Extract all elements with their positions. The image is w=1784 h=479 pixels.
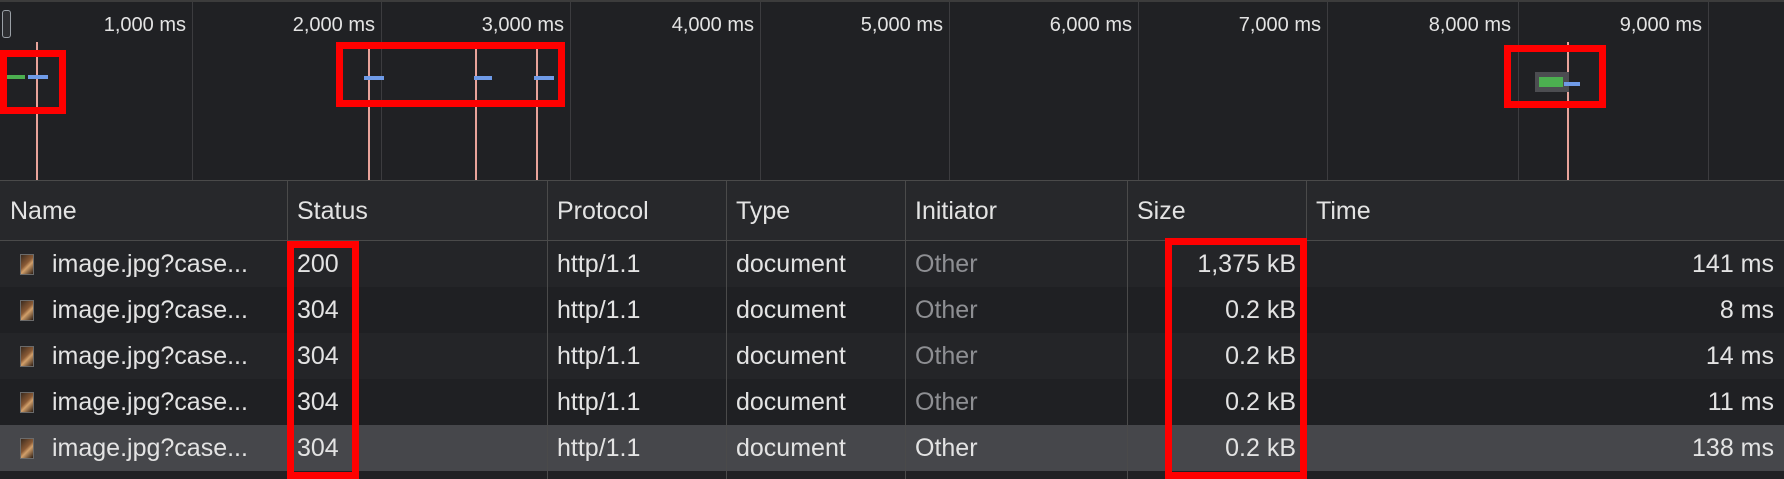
request-size: 0.2 kB (1225, 296, 1296, 324)
column-resizer[interactable] (547, 181, 548, 479)
request-size: 1,375 kB (1197, 250, 1296, 278)
load-event-marker (368, 42, 370, 182)
timeline-gridline (570, 2, 571, 182)
column-header-time[interactable]: Time (1306, 181, 1784, 241)
timeline-gridline (1327, 2, 1328, 182)
request-size: 0.2 kB (1225, 388, 1296, 416)
request-waiting-bar[interactable] (7, 75, 25, 79)
request-name[interactable]: image.jpg?case... (42, 333, 287, 379)
network-request-table: Name Status Protocol Type Initiator Size… (0, 180, 1784, 479)
request-initiator: Other (915, 296, 978, 324)
annotation-highlight-box (0, 50, 66, 114)
timeline-tick-label: 5,000 ms (860, 14, 943, 36)
request-download-bar[interactable] (474, 76, 492, 80)
request-status: 200 (297, 250, 339, 278)
column-resizer[interactable] (726, 181, 727, 479)
column-header-protocol[interactable]: Protocol (547, 181, 726, 241)
timeline-gridline (192, 2, 193, 182)
column-header-type[interactable]: Type (726, 181, 905, 241)
request-status: 304 (297, 388, 339, 416)
table-row[interactable]: image.jpg?case... 304 http/1.1 document … (0, 333, 1784, 379)
request-size: 0.2 kB (1225, 434, 1296, 462)
column-resizer[interactable] (287, 181, 288, 479)
column-header-status[interactable]: Status (287, 181, 547, 241)
request-download-bar[interactable] (1564, 82, 1580, 86)
request-time: 141 ms (1692, 250, 1774, 278)
request-protocol: http/1.1 (557, 296, 641, 324)
request-type: document (736, 250, 846, 278)
timeline-gridline (949, 2, 950, 182)
table-header: Name Status Protocol Type Initiator Size… (0, 181, 1784, 241)
load-event-marker (1567, 42, 1569, 182)
request-status: 304 (297, 342, 339, 370)
request-size: 0.2 kB (1225, 342, 1296, 370)
timeline-gridline (760, 2, 761, 182)
request-name[interactable]: image.jpg?case... (42, 241, 287, 287)
request-status: 304 (297, 434, 339, 462)
image-file-icon (20, 346, 34, 367)
column-resizer[interactable] (1306, 181, 1307, 479)
load-event-marker (475, 42, 477, 182)
request-initiator: Other (915, 388, 978, 416)
annotation-highlight-box (336, 42, 565, 107)
request-protocol: http/1.1 (557, 342, 641, 370)
request-download-bar[interactable] (364, 76, 384, 80)
timeline-gridline (1708, 2, 1709, 182)
timeline-range-handle[interactable] (2, 10, 11, 38)
timeline-gridline (381, 2, 382, 182)
request-type: document (736, 342, 846, 370)
request-time: 14 ms (1705, 342, 1774, 370)
image-file-icon (20, 392, 34, 413)
request-type: document (736, 434, 846, 462)
timeline-gridline (1138, 2, 1139, 182)
load-event-marker (536, 42, 538, 182)
request-time: 8 ms (1719, 296, 1774, 324)
request-time: 11 ms (1707, 388, 1774, 416)
request-waiting-bar[interactable] (1539, 77, 1563, 87)
request-initiator: Other (915, 250, 978, 278)
column-resizer[interactable] (905, 181, 906, 479)
request-protocol: http/1.1 (557, 250, 641, 278)
request-name[interactable]: image.jpg?case... (42, 287, 287, 333)
timeline-tick-label: 6,000 ms (1049, 14, 1132, 36)
column-header-initiator[interactable]: Initiator (905, 181, 1127, 241)
request-name[interactable]: image.jpg?case... (42, 379, 287, 425)
table-row[interactable]: image.jpg?case... 200 http/1.1 document … (0, 241, 1784, 287)
timeline-tick-label: 1,000 ms (103, 14, 186, 36)
table-row[interactable]: image.jpg?case... 304 http/1.1 document … (0, 379, 1784, 425)
image-file-icon (20, 254, 34, 275)
request-download-bar[interactable] (28, 75, 48, 79)
request-download-bar[interactable] (534, 76, 554, 80)
request-initiator: Other (915, 434, 978, 462)
request-time: 138 ms (1692, 434, 1774, 462)
table-row[interactable]: image.jpg?case... 304 http/1.1 document … (0, 287, 1784, 333)
network-overview-timeline[interactable]: 1,000 ms 2,000 ms 3,000 ms 4,000 ms 5,00… (0, 0, 1784, 182)
timeline-tick-label: 4,000 ms (671, 14, 754, 36)
request-type: document (736, 296, 846, 324)
timeline-tick-label: 9,000 ms (1619, 14, 1702, 36)
timeline-tick-label: 8,000 ms (1428, 14, 1511, 36)
column-resizer[interactable] (1127, 181, 1128, 479)
timeline-gridline (1518, 2, 1519, 182)
load-event-marker (36, 42, 38, 182)
request-initiator: Other (915, 342, 978, 370)
column-header-name[interactable]: Name (0, 181, 287, 241)
request-status: 304 (297, 296, 339, 324)
request-type: document (736, 388, 846, 416)
image-file-icon (20, 438, 34, 459)
table-row-selected[interactable]: image.jpg?case... 304 http/1.1 document … (0, 425, 1784, 471)
image-file-icon (20, 300, 34, 321)
request-protocol: http/1.1 (557, 388, 641, 416)
request-protocol: http/1.1 (557, 434, 641, 462)
timeline-tick-label: 2,000 ms (292, 14, 375, 36)
timeline-tick-label: 3,000 ms (481, 14, 564, 36)
timeline-tick-label: 7,000 ms (1238, 14, 1321, 36)
column-header-size[interactable]: Size (1127, 181, 1306, 241)
request-name[interactable]: image.jpg?case... (42, 425, 287, 471)
